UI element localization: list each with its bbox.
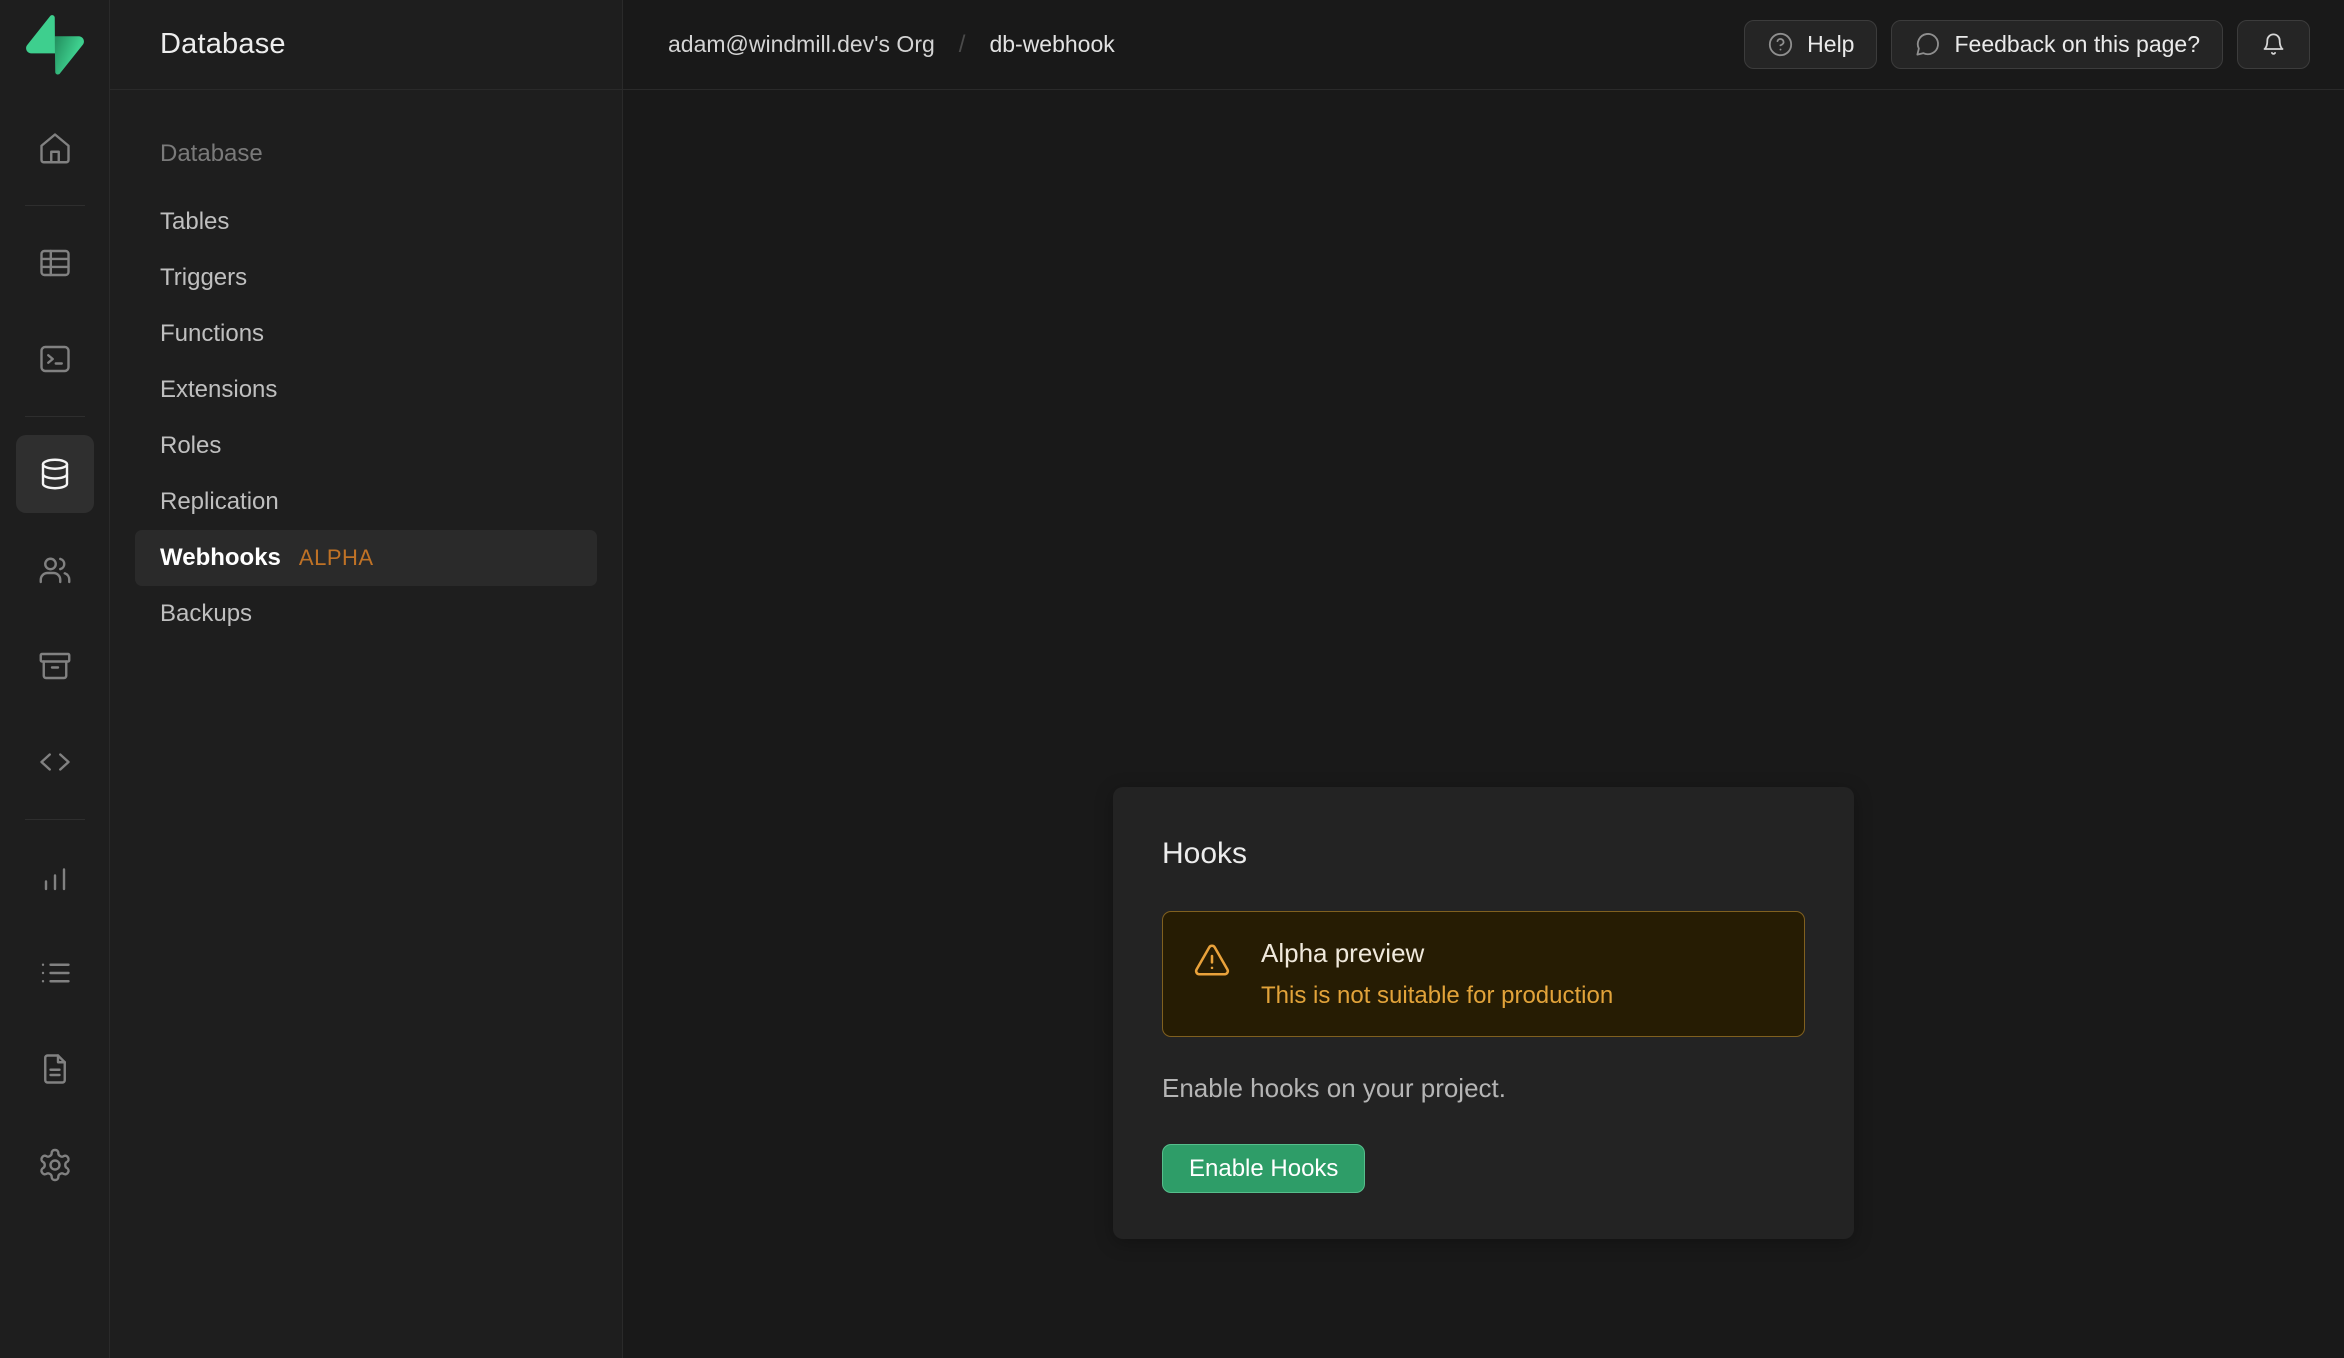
- sidebar-menu: Database Tables Triggers Functions Exten…: [110, 90, 622, 642]
- alert-text: Alpha preview This is not suitable for p…: [1261, 938, 1613, 1010]
- sidebar-item-label: Roles: [160, 418, 221, 474]
- hooks-card: Hooks Alpha preview This is not suitable…: [1113, 787, 1854, 1239]
- sidebar-item-sql-editor[interactable]: [16, 320, 94, 398]
- sidebar-item-edge-functions[interactable]: [16, 723, 94, 801]
- alert-title: Alpha preview: [1261, 938, 1613, 969]
- table-editor-icon: [37, 245, 73, 281]
- sidebar-item-label: Functions: [160, 306, 264, 362]
- sidebar-item-webhooks[interactable]: Webhooks ALPHA: [135, 530, 597, 586]
- alpha-badge: ALPHA: [299, 530, 374, 586]
- sidebar-item-reports[interactable]: [16, 838, 94, 916]
- sidebar-item-label: Backups: [160, 586, 252, 642]
- help-circle-icon: [1767, 31, 1794, 58]
- enable-hooks-button[interactable]: Enable Hooks: [1162, 1144, 1365, 1193]
- topbar-actions: Help Feedback on this page?: [1744, 20, 2310, 69]
- sidebar: Database Database Tables Triggers Functi…: [110, 0, 623, 1358]
- app-shell: Database Database Tables Triggers Functi…: [0, 0, 2344, 1358]
- database-icon: [37, 456, 73, 492]
- sidebar-item-label: Extensions: [160, 362, 277, 418]
- sidebar-item-home[interactable]: [16, 109, 94, 187]
- sidebar-item-functions[interactable]: Functions: [135, 306, 597, 362]
- content-area: Hooks Alpha preview This is not suitable…: [623, 90, 2344, 1358]
- sidebar-item-roles[interactable]: Roles: [135, 418, 597, 474]
- rail-divider: [25, 416, 85, 417]
- sidebar-item-authentication[interactable]: [16, 531, 94, 609]
- topbar: adam@windmill.dev's Org / db-webhook Hel…: [623, 0, 2344, 90]
- sidebar-section-label: Database: [110, 140, 622, 168]
- icon-rail: [0, 0, 110, 1358]
- settings-icon: [37, 1147, 73, 1183]
- sidebar-item-logs[interactable]: [16, 934, 94, 1012]
- warning-triangle-icon: [1193, 941, 1231, 979]
- message-circle-icon: [1914, 31, 1941, 58]
- breadcrumb-separator: /: [959, 31, 966, 59]
- sidebar-item-replication[interactable]: Replication: [135, 474, 597, 530]
- authentication-icon: [37, 552, 73, 588]
- help-button[interactable]: Help: [1744, 20, 1877, 69]
- logs-icon: [37, 955, 73, 991]
- bell-icon: [2260, 31, 2287, 58]
- feedback-button-label: Feedback on this page?: [1954, 31, 2200, 58]
- alert-description: This is not suitable for production: [1261, 982, 1613, 1010]
- main-area: adam@windmill.dev's Org / db-webhook Hel…: [623, 0, 2344, 1358]
- hooks-card-description: Enable hooks on your project.: [1162, 1073, 1805, 1104]
- breadcrumb-project[interactable]: db-webhook: [989, 31, 1114, 58]
- sidebar-item-label: Tables: [160, 194, 229, 250]
- rail-divider: [25, 205, 85, 206]
- sidebar-item-label: Webhooks: [160, 530, 281, 586]
- alpha-preview-alert: Alpha preview This is not suitable for p…: [1162, 911, 1805, 1037]
- docs-icon: [37, 1051, 73, 1087]
- sql-editor-icon: [37, 341, 73, 377]
- reports-icon: [37, 859, 73, 895]
- sidebar-item-docs[interactable]: [16, 1030, 94, 1108]
- storage-icon: [37, 648, 73, 684]
- sidebar-item-database[interactable]: [16, 435, 94, 513]
- sidebar-item-tables[interactable]: Tables: [135, 194, 597, 250]
- supabase-logo-link[interactable]: [0, 0, 109, 90]
- sidebar-item-table-editor[interactable]: [16, 224, 94, 302]
- help-button-label: Help: [1807, 31, 1854, 58]
- sidebar-item-settings[interactable]: [16, 1126, 94, 1204]
- breadcrumb-org[interactable]: adam@windmill.dev's Org: [668, 31, 935, 58]
- sidebar-item-extensions[interactable]: Extensions: [135, 362, 597, 418]
- rail-nav: [16, 90, 94, 1204]
- feedback-button[interactable]: Feedback on this page?: [1891, 20, 2223, 69]
- page-title: Database: [160, 28, 286, 61]
- supabase-logo-icon: [26, 15, 84, 75]
- sidebar-item-storage[interactable]: [16, 627, 94, 705]
- sidebar-item-backups[interactable]: Backups: [135, 586, 597, 642]
- edge-functions-icon: [37, 744, 73, 780]
- home-icon: [37, 130, 73, 166]
- notifications-button[interactable]: [2237, 20, 2310, 69]
- sidebar-header: Database: [110, 0, 622, 90]
- sidebar-item-label: Replication: [160, 474, 279, 530]
- breadcrumb: adam@windmill.dev's Org / db-webhook: [668, 31, 1115, 59]
- hooks-card-title: Hooks: [1162, 837, 1805, 871]
- sidebar-item-triggers[interactable]: Triggers: [135, 250, 597, 306]
- sidebar-item-label: Triggers: [160, 250, 247, 306]
- rail-divider: [25, 819, 85, 820]
